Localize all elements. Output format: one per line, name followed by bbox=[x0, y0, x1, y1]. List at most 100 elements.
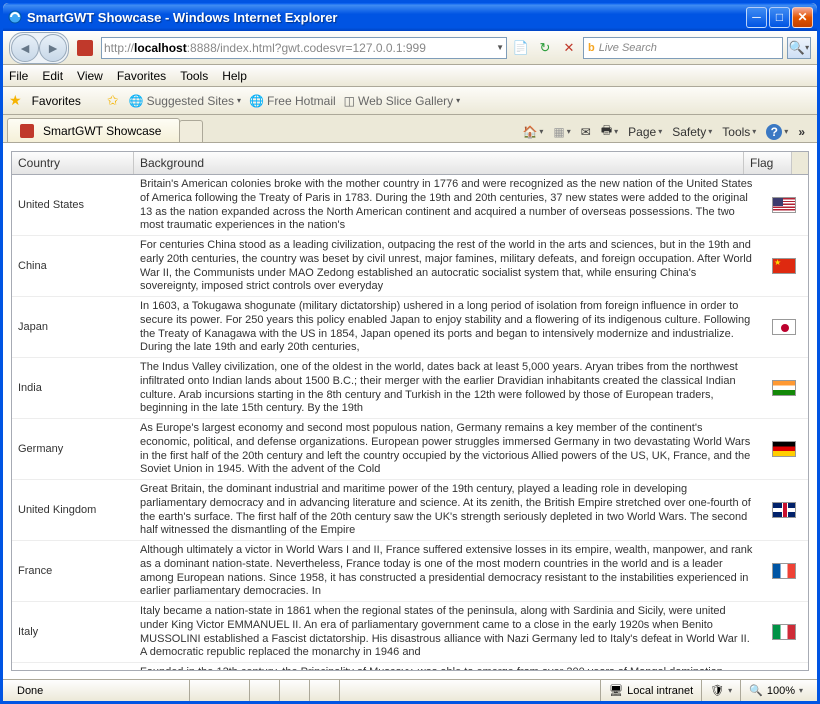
ie-icon bbox=[7, 9, 23, 25]
cell-background: In 1603, a Tokugawa shogunate (military … bbox=[134, 297, 760, 357]
table-row[interactable]: United KingdomGreat Britain, the dominan… bbox=[12, 480, 808, 541]
minimize-button[interactable]: ─ bbox=[746, 7, 767, 28]
window-title: SmartGWT Showcase - Windows Internet Exp… bbox=[27, 10, 746, 25]
web-slice-link[interactable]: ◫ Web Slice Gallery▾ bbox=[344, 94, 461, 108]
ie-small-icon: 🌐 bbox=[129, 94, 144, 108]
table-row[interactable]: FranceAlthough ultimately a victor in Wo… bbox=[12, 541, 808, 602]
search-box[interactable]: b Live Search bbox=[583, 37, 783, 59]
cell-background: Founded in the 12th century, the Princip… bbox=[134, 663, 760, 670]
flag-icon bbox=[772, 319, 796, 335]
table-row[interactable]: IndiaThe Indus Valley civilization, one … bbox=[12, 358, 808, 419]
column-header-country[interactable]: Country bbox=[12, 152, 134, 174]
search-button[interactable]: 🔍▾ bbox=[787, 37, 811, 59]
table-row[interactable]: ChinaFor centuries China stood as a lead… bbox=[12, 236, 808, 297]
print-icon: 🖶 bbox=[601, 121, 612, 142]
search-placeholder: Live Search bbox=[599, 42, 657, 54]
status-zone: 🖥 Local intranet bbox=[600, 680, 701, 701]
grid-body[interactable]: United StatesBritain's American colonies… bbox=[12, 175, 808, 670]
cell-background: Britain's American colonies broke with t… bbox=[134, 175, 760, 235]
page-menu[interactable]: Page▾ bbox=[628, 125, 662, 139]
menu-favorites[interactable]: Favorites bbox=[117, 69, 166, 83]
content-area: Country Background Flag United StatesBri… bbox=[3, 143, 817, 679]
status-text: Done bbox=[9, 680, 189, 701]
maximize-button[interactable]: □ bbox=[769, 7, 790, 28]
bing-icon: b bbox=[588, 42, 595, 54]
close-button[interactable]: ✕ bbox=[792, 7, 813, 28]
table-row[interactable]: JapanIn 1603, a Tokugawa shogunate (mili… bbox=[12, 297, 808, 358]
feeds-button[interactable]: ▦▾ bbox=[553, 125, 570, 139]
cell-flag bbox=[760, 419, 808, 479]
intranet-icon: 🖥 bbox=[609, 684, 623, 697]
cell-country: Russia bbox=[12, 663, 134, 670]
tools-menu[interactable]: Tools▾ bbox=[722, 125, 756, 139]
forward-button[interactable]: ► bbox=[39, 34, 67, 62]
cell-flag bbox=[760, 358, 808, 418]
menu-file[interactable]: File bbox=[9, 69, 28, 83]
free-hotmail-link[interactable]: 🌐 Free Hotmail bbox=[249, 94, 336, 108]
new-tab-button[interactable] bbox=[179, 120, 203, 142]
add-favorite-icon[interactable]: ✩ bbox=[107, 92, 119, 109]
status-bar: Done 🖥 Local intranet 🛡▾ 🔍100%▾ bbox=[3, 679, 817, 701]
compat-view-button[interactable]: 📄 bbox=[511, 38, 531, 58]
flag-icon bbox=[772, 197, 796, 213]
favorites-star-icon[interactable]: ★ bbox=[9, 92, 22, 109]
tab-bar: SmartGWT Showcase 🏠▾ ▦▾ ✉ 🖶▾ Page▾ Safet… bbox=[3, 115, 817, 143]
column-header-flag[interactable]: Flag bbox=[744, 152, 792, 174]
menu-view[interactable]: View bbox=[77, 69, 103, 83]
flag-icon bbox=[772, 258, 796, 274]
flag-icon bbox=[772, 380, 796, 396]
stop-button[interactable]: ✕ bbox=[559, 38, 579, 58]
address-url: http://localhost:8888/index.html?gwt.cod… bbox=[104, 41, 496, 55]
address-bar[interactable]: http://localhost:8888/index.html?gwt.cod… bbox=[101, 37, 507, 59]
cell-country: France bbox=[12, 541, 134, 601]
zoom-control[interactable]: 🔍100%▾ bbox=[740, 680, 811, 701]
cell-flag bbox=[760, 297, 808, 357]
back-button[interactable]: ◄ bbox=[11, 34, 39, 62]
cell-background: Great Britain, the dominant industrial a… bbox=[134, 480, 760, 540]
print-button[interactable]: 🖶▾ bbox=[601, 121, 618, 142]
flag-icon bbox=[772, 441, 796, 457]
refresh-button[interactable]: ↻ bbox=[535, 38, 555, 58]
cell-background: Although ultimately a victor in World Wa… bbox=[134, 541, 760, 601]
mail-icon: ✉ bbox=[581, 125, 591, 139]
menu-bar: File Edit View Favorites Tools Help bbox=[3, 65, 817, 87]
suggested-sites-link[interactable]: 🌐 Suggested Sites▾ bbox=[129, 94, 241, 108]
flag-icon bbox=[772, 502, 796, 518]
favorites-bar: ★ Favorites ✩ 🌐 Suggested Sites▾ 🌐 Free … bbox=[3, 87, 817, 115]
cell-flag bbox=[760, 480, 808, 540]
titlebar: SmartGWT Showcase - Windows Internet Exp… bbox=[3, 3, 817, 31]
cell-country: Japan bbox=[12, 297, 134, 357]
table-row[interactable]: ItalyItaly became a nation-state in 1861… bbox=[12, 602, 808, 663]
column-header-background[interactable]: Background bbox=[134, 152, 744, 174]
flag-icon bbox=[772, 624, 796, 640]
site-icon bbox=[77, 40, 93, 56]
country-grid: Country Background Flag United StatesBri… bbox=[11, 151, 809, 671]
expand-icon[interactable]: » bbox=[798, 125, 805, 139]
table-row[interactable]: RussiaFounded in the 12th century, the P… bbox=[12, 663, 808, 670]
shield-icon: 🛡 bbox=[710, 684, 724, 697]
menu-tools[interactable]: Tools bbox=[180, 69, 208, 83]
cell-background: Italy became a nation-state in 1861 when… bbox=[134, 602, 760, 662]
cell-country: Italy bbox=[12, 602, 134, 662]
help-icon: ? bbox=[766, 124, 782, 140]
menu-edit[interactable]: Edit bbox=[42, 69, 63, 83]
protected-mode[interactable]: 🛡▾ bbox=[701, 680, 740, 701]
tab-smartgwt-showcase[interactable]: SmartGWT Showcase bbox=[7, 118, 180, 142]
safety-menu[interactable]: Safety▾ bbox=[672, 125, 712, 139]
cell-background: For centuries China stood as a leading c… bbox=[134, 236, 760, 296]
menu-help[interactable]: Help bbox=[222, 69, 247, 83]
cell-flag bbox=[760, 236, 808, 296]
cell-country: Germany bbox=[12, 419, 134, 479]
tab-icon bbox=[20, 124, 34, 138]
help-button[interactable]: ?▾ bbox=[766, 124, 788, 140]
cell-country: United States bbox=[12, 175, 134, 235]
table-row[interactable]: GermanyAs Europe's largest economy and s… bbox=[12, 419, 808, 480]
cell-flag bbox=[760, 663, 808, 670]
table-row[interactable]: United StatesBritain's American colonies… bbox=[12, 175, 808, 236]
home-button[interactable]: 🏠▾ bbox=[522, 125, 543, 139]
favorites-label[interactable]: Favorites bbox=[32, 94, 81, 108]
mail-button[interactable]: ✉ bbox=[581, 125, 591, 139]
cell-country: India bbox=[12, 358, 134, 418]
nav-toolbar: ◄ ► http://localhost:8888/index.html?gwt… bbox=[3, 31, 817, 65]
address-dropdown-icon[interactable]: ▼ bbox=[496, 43, 504, 52]
